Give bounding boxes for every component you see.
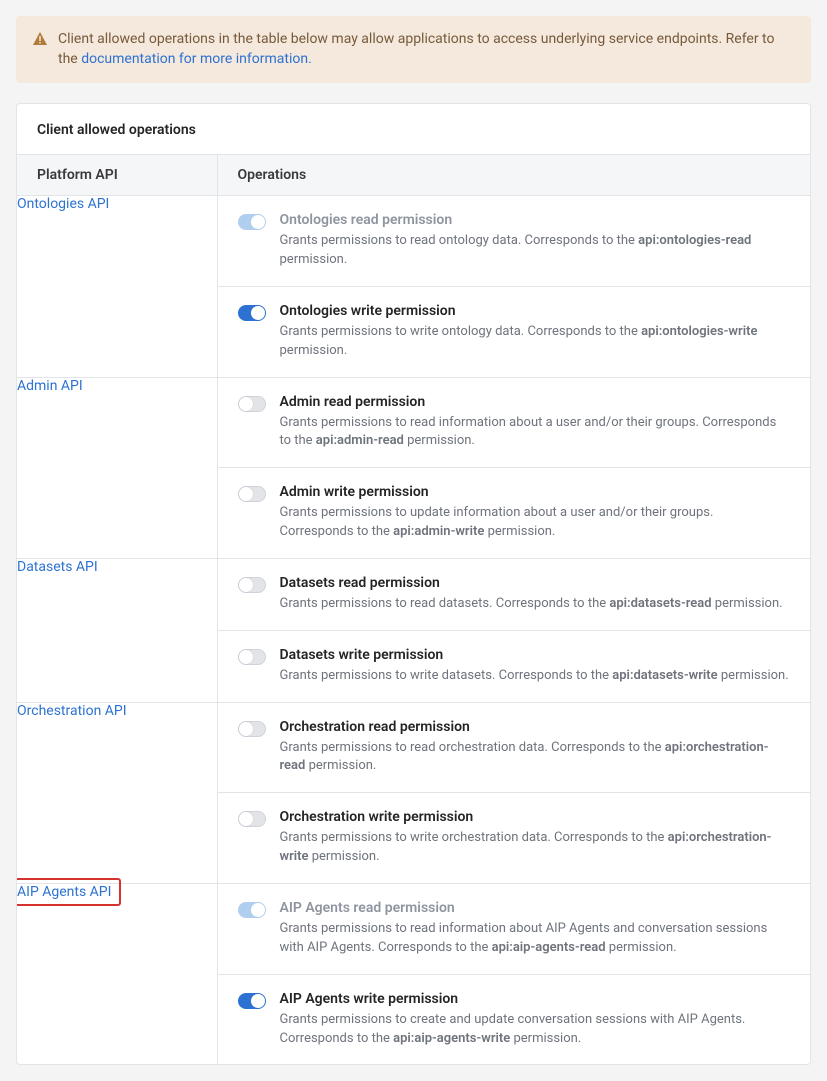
api-cell: Admin API <box>17 377 217 558</box>
permission-toggle[interactable] <box>238 577 266 593</box>
operation-row: Admin read permission Grants permissions … <box>218 378 811 468</box>
operation-description: Grants permissions to write ontology dat… <box>280 323 791 361</box>
permission-toggle[interactable] <box>238 305 266 321</box>
api-link[interactable]: Admin API <box>17 378 83 394</box>
operation-row: AIP Agents read permission Grants permiss… <box>218 884 811 974</box>
permission-toggle[interactable] <box>238 811 266 827</box>
operation-description: Grants permissions to read datasets. Cor… <box>280 595 791 614</box>
operation-title: Admin write permission <box>280 484 791 500</box>
operation-row: AIP Agents write permission Grants permis… <box>218 974 811 1065</box>
permission-toggle <box>238 902 266 918</box>
col-header-operations: Operations <box>217 155 810 196</box>
table-row: AIP Agents API AIP Agents read permission… <box>17 884 810 1065</box>
api-link[interactable]: Orchestration API <box>17 703 127 719</box>
operation-row: Datasets write permission Grants permissi… <box>218 630 811 702</box>
operations-cell: Ontologies read permission Grants permiss… <box>217 196 810 377</box>
permission-toggle[interactable] <box>238 721 266 737</box>
api-cell: AIP Agents API <box>17 884 217 1065</box>
api-cell: Datasets API <box>17 558 217 702</box>
warning-icon <box>32 31 48 47</box>
operation-row: Ontologies write permission Grants permis… <box>218 286 811 377</box>
warning-alert: Client allowed operations in the table b… <box>16 16 811 83</box>
highlight-frame: AIP Agents API <box>16 878 121 906</box>
operation-title: Orchestration write permission <box>280 809 791 825</box>
operation-title: AIP Agents write permission <box>280 991 791 1007</box>
operation-title: Datasets read permission <box>280 575 791 591</box>
operations-cell: Admin read permission Grants permissions … <box>217 377 810 558</box>
operations-cell: Orchestration read permission Grants perm… <box>217 702 810 883</box>
table-row: Datasets API Datasets read permission Gran… <box>17 558 810 702</box>
operation-description: Grants permissions to read information a… <box>280 414 791 452</box>
api-link[interactable]: Ontologies API <box>17 196 109 212</box>
table-row: Admin API Admin read permission Grants per… <box>17 377 810 558</box>
api-link[interactable]: Datasets API <box>17 559 98 575</box>
operation-description: Grants permissions to read information a… <box>280 920 791 958</box>
permission-toggle[interactable] <box>238 486 266 502</box>
operation-row: Datasets read permission Grants permissio… <box>218 559 811 630</box>
api-cell: Ontologies API <box>17 196 217 377</box>
permission-toggle[interactable] <box>238 649 266 665</box>
operation-description: Grants permissions to write orchestratio… <box>280 829 791 867</box>
panel-title: Client allowed operations <box>17 104 810 154</box>
col-header-api: Platform API <box>17 155 217 196</box>
operations-table: Platform API Operations Ontologies APIOn… <box>17 154 810 1064</box>
permission-toggle <box>238 214 266 230</box>
operation-title: Ontologies write permission <box>280 303 791 319</box>
operation-title: Datasets write permission <box>280 647 791 663</box>
operation-description: Grants permissions to read ontology data… <box>280 232 791 270</box>
permission-toggle[interactable] <box>238 396 266 412</box>
operation-description: Grants permissions to create and update … <box>280 1011 791 1049</box>
operation-description: Grants permissions to write datasets. Co… <box>280 667 791 686</box>
operation-row: Orchestration read permission Grants perm… <box>218 703 811 793</box>
alert-doc-link[interactable]: documentation for more information. <box>81 51 312 67</box>
operation-row: Admin write permission Grants permissions… <box>218 467 811 558</box>
operations-cell: AIP Agents read permission Grants permiss… <box>217 884 810 1065</box>
operation-title: Ontologies read permission <box>280 212 791 228</box>
table-row: Ontologies API Ontologies read permission… <box>17 196 810 377</box>
api-cell: Orchestration API <box>17 702 217 883</box>
operation-row: Ontologies read permission Grants permiss… <box>218 196 811 286</box>
operation-row: Orchestration write permission Grants per… <box>218 792 811 883</box>
table-row: Orchestration API Orchestration read perm… <box>17 702 810 883</box>
operation-description: Grants permissions to update information… <box>280 504 791 542</box>
api-link[interactable]: AIP Agents API <box>17 884 111 900</box>
operation-title: AIP Agents read permission <box>280 900 791 916</box>
permission-toggle[interactable] <box>238 993 266 1009</box>
operation-title: Admin read permission <box>280 394 791 410</box>
operation-description: Grants permissions to read orchestration… <box>280 739 791 777</box>
operation-title: Orchestration read permission <box>280 719 791 735</box>
operations-panel: Client allowed operations Platform API O… <box>16 103 811 1065</box>
operations-cell: Datasets read permission Grants permissio… <box>217 558 810 702</box>
